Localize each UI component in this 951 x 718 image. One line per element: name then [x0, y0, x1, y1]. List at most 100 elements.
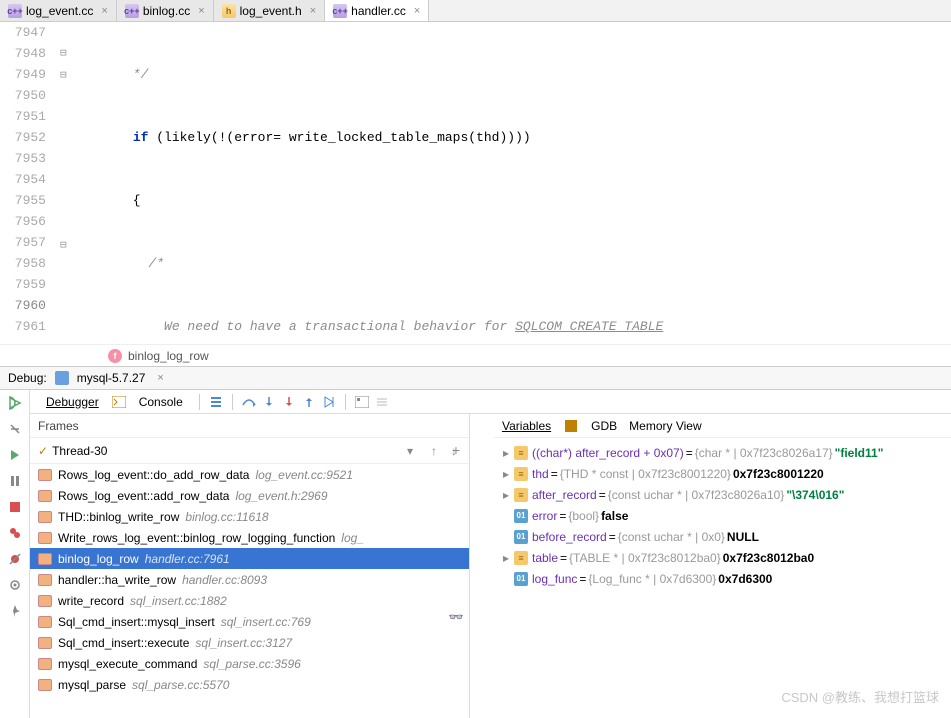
- var-type: {Log_func * | 0x7d6300}: [588, 572, 716, 586]
- debug-panel: Debugger Console Frames ✓ Thread-: [0, 390, 951, 718]
- var-type: {const uchar * | 0x7f23c8026a10}: [608, 488, 785, 502]
- rerun-button[interactable]: [6, 394, 24, 412]
- evaluate-icon[interactable]: [354, 394, 370, 410]
- debugger-tab[interactable]: Debugger: [38, 393, 107, 411]
- var-type: {char * | 0x7f23c8026a17}: [695, 446, 833, 460]
- function-breadcrumb[interactable]: f binlog_log_row: [0, 344, 951, 366]
- breadcrumb-fn: binlog_log_row: [128, 349, 209, 363]
- frame-icon: [38, 511, 52, 523]
- frame-item[interactable]: Sql_cmd_insert::mysql_insert sql_insert.…: [30, 611, 469, 632]
- frame-list[interactable]: Rows_log_event::do_add_row_data log_even…: [30, 464, 469, 718]
- force-step-into-button[interactable]: [281, 394, 297, 410]
- close-icon[interactable]: ×: [198, 5, 204, 17]
- gdb-tab[interactable]: GDB: [591, 419, 617, 433]
- variable-row[interactable]: ▸≡((char*) after_record + 0x07) = {char …: [494, 442, 951, 463]
- close-icon[interactable]: ×: [157, 372, 163, 384]
- vars-header: Variables GDB Memory View: [494, 414, 951, 438]
- variable-row[interactable]: ▸≡table = {TABLE * | 0x7f23c8012ba0} 0x7…: [494, 547, 951, 568]
- cpp-icon: c++: [333, 4, 347, 18]
- frame-item[interactable]: handler::ha_write_row handler.cc:8093: [30, 569, 469, 590]
- close-icon[interactable]: ×: [101, 5, 107, 17]
- frame-icon: [38, 553, 52, 565]
- tab-label: handler.cc: [351, 4, 406, 18]
- expand-icon[interactable]: ▸: [500, 446, 512, 460]
- value-icon: 01: [514, 509, 528, 523]
- close-icon[interactable]: ×: [414, 5, 420, 17]
- watches-icon[interactable]: 👓: [448, 610, 464, 626]
- view-breakpoints-button[interactable]: [6, 524, 24, 542]
- frame-item[interactable]: binlog_log_row handler.cc:7961: [30, 548, 469, 569]
- frame-item[interactable]: Write_rows_log_event::binlog_row_logging…: [30, 527, 469, 548]
- tab-label: log_event.h: [240, 4, 302, 18]
- variables-tab[interactable]: Variables: [502, 419, 551, 433]
- stop-button[interactable]: [6, 498, 24, 516]
- expand-icon[interactable]: ▸: [500, 467, 512, 481]
- cpp-icon: c++: [125, 4, 139, 18]
- mute-breakpoints-button[interactable]: [6, 550, 24, 568]
- frame-location: sql_insert.cc:769: [221, 615, 311, 629]
- fold-icon[interactable]: ⊟: [60, 238, 67, 252]
- tab-binlog-cc[interactable]: c++ binlog.cc ×: [117, 0, 214, 21]
- expr-icon: ≡: [514, 488, 528, 502]
- tab-log-event-cc[interactable]: c++ log_event.cc ×: [0, 0, 117, 21]
- settings-button[interactable]: [6, 420, 24, 438]
- line-gutter: 7947794879497950795179527953795479557956…: [0, 22, 58, 344]
- editor-tabs: c++ log_event.cc × c++ binlog.cc × h log…: [0, 0, 951, 22]
- console-tab[interactable]: Console: [131, 393, 191, 411]
- run-to-cursor-button[interactable]: [321, 394, 337, 410]
- resume-button[interactable]: [6, 446, 24, 464]
- variable-row[interactable]: ▸≡after_record = {const uchar * | 0x7f23…: [494, 484, 951, 505]
- var-type: {THD * const | 0x7f23c8001220}: [560, 467, 731, 481]
- frame-item[interactable]: THD::binlog_write_row binlog.cc:11618: [30, 506, 469, 527]
- add-watch-button[interactable]: +: [448, 442, 464, 458]
- more-icon[interactable]: [374, 394, 390, 410]
- frame-item[interactable]: Rows_log_event::do_add_row_data log_even…: [30, 464, 469, 485]
- pause-button[interactable]: [6, 472, 24, 490]
- variable-row[interactable]: ▸≡thd = {THD * const | 0x7f23c8001220} 0…: [494, 463, 951, 484]
- step-into-button[interactable]: [261, 394, 277, 410]
- gdb-icon: [563, 418, 579, 434]
- frame-location: log_event.cc:9521: [255, 468, 352, 482]
- cpp-icon: c++: [8, 4, 22, 18]
- var-name: table: [532, 551, 558, 565]
- frame-icon: [38, 658, 52, 670]
- tab-handler-cc[interactable]: c++ handler.cc ×: [325, 0, 429, 21]
- frame-icon: [38, 616, 52, 628]
- frame-item[interactable]: mysql_parse sql_parse.cc:5570: [30, 674, 469, 695]
- threads-icon[interactable]: [208, 394, 224, 410]
- close-icon[interactable]: ×: [310, 5, 316, 17]
- frame-item[interactable]: write_record sql_insert.cc:1882: [30, 590, 469, 611]
- step-over-button[interactable]: [241, 394, 257, 410]
- frame-item[interactable]: mysql_execute_command sql_parse.cc:3596: [30, 653, 469, 674]
- chevron-down-icon[interactable]: ▾: [407, 444, 413, 458]
- frames-header: Frames: [30, 414, 469, 438]
- frame-location: log_: [341, 531, 364, 545]
- tab-log-event-h[interactable]: h log_event.h ×: [214, 0, 326, 21]
- frame-icon: [38, 679, 52, 691]
- prev-frame-button[interactable]: ↑: [427, 444, 441, 458]
- variable-row[interactable]: 01log_func = {Log_func * | 0x7d6300} 0x7…: [494, 568, 951, 589]
- frame-icon: [38, 469, 52, 481]
- fold-icon[interactable]: ⊟: [60, 46, 67, 60]
- expr-icon: ≡: [514, 446, 528, 460]
- expand-icon[interactable]: ▸: [500, 551, 512, 565]
- step-out-button[interactable]: [301, 394, 317, 410]
- debug-config[interactable]: mysql-5.7.27: [77, 371, 146, 385]
- gear-icon[interactable]: [6, 576, 24, 594]
- memory-view-tab[interactable]: Memory View: [629, 419, 701, 433]
- pin-icon[interactable]: [6, 602, 24, 620]
- expand-icon[interactable]: ▸: [500, 488, 512, 502]
- code-editor[interactable]: 7947794879497950795179527953795479557956…: [0, 22, 951, 344]
- variable-row[interactable]: 01before_record = {const uchar * | 0x0} …: [494, 526, 951, 547]
- value-icon: 01: [514, 572, 528, 586]
- frame-icon: [38, 574, 52, 586]
- fold-icon[interactable]: ⊟: [60, 68, 67, 82]
- code-body[interactable]: */ if (likely(!(error= write_locked_tabl…: [82, 22, 951, 344]
- variables-tree[interactable]: ▸≡((char*) after_record + 0x07) = {char …: [494, 438, 951, 718]
- variable-row[interactable]: 01error = {bool} false: [494, 505, 951, 526]
- frame-item[interactable]: Rows_log_event::add_row_data log_event.h…: [30, 485, 469, 506]
- thread-selector[interactable]: ✓ Thread-30 ▾ ↑ ↓: [30, 438, 469, 464]
- fold-column: ⊟ ⊟ ⊟: [58, 22, 82, 344]
- frame-item[interactable]: Sql_cmd_insert::execute sql_insert.cc:31…: [30, 632, 469, 653]
- thread-name: Thread-30: [52, 444, 107, 458]
